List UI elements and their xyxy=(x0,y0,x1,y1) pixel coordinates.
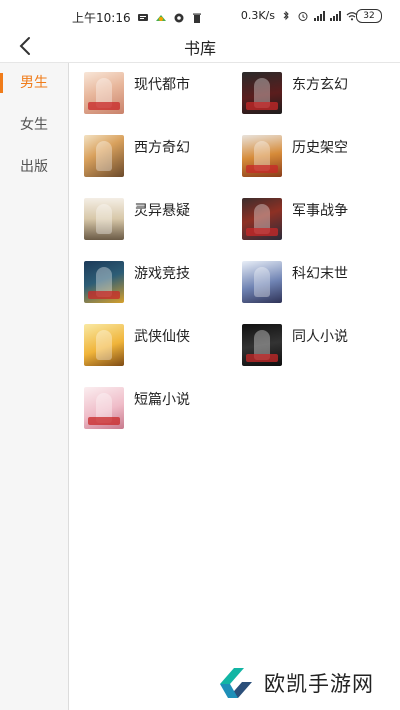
book-cover xyxy=(242,135,282,177)
category-label: 历史架空 xyxy=(292,140,348,156)
sidebar-item-label: 女生 xyxy=(20,117,48,133)
category-label: 同人小说 xyxy=(292,329,348,345)
watermark-logo-icon xyxy=(220,668,252,698)
category-label: 游戏竞技 xyxy=(134,266,190,282)
category-label: 短篇小说 xyxy=(134,392,190,408)
sidebar-item-male[interactable]: 男生 xyxy=(0,63,68,103)
book-cover xyxy=(242,72,282,114)
book-cover xyxy=(84,198,124,240)
category-item[interactable]: 武侠仙侠 xyxy=(84,324,190,366)
category-item[interactable]: 军事战争 xyxy=(242,198,348,240)
book-cover xyxy=(84,135,124,177)
record-icon xyxy=(174,13,184,22)
category-item[interactable]: 同人小说 xyxy=(242,324,348,366)
status-left: 上午10:16 xyxy=(72,9,203,26)
book-cover xyxy=(242,198,282,240)
book-cover xyxy=(84,72,124,114)
sidebar-item-publish[interactable]: 出版 xyxy=(0,147,68,187)
category-item[interactable]: 游戏竞技 xyxy=(84,261,190,303)
page-title: 书库 xyxy=(183,39,216,58)
watermark: 欧凯手游网 xyxy=(214,662,374,704)
sidebar-item-label: 男生 xyxy=(20,75,48,91)
status-right: 0.3K/s xyxy=(241,9,358,22)
category-label: 武侠仙侠 xyxy=(134,329,190,345)
category-item[interactable]: 科幻末世 xyxy=(242,261,348,303)
sidebar-item-female[interactable]: 女生 xyxy=(0,105,68,145)
header: 书库 xyxy=(0,30,400,62)
delete-icon xyxy=(192,13,201,23)
book-cover xyxy=(242,324,282,366)
category-label: 现代都市 xyxy=(134,77,190,93)
bluetooth-icon xyxy=(283,10,289,20)
category-label: 东方玄幻 xyxy=(292,77,348,93)
category-label: 西方奇幻 xyxy=(134,140,190,156)
sidebar-item-label: 出版 xyxy=(20,159,48,175)
status-time: 上午10:16 xyxy=(72,11,131,25)
status-bar: 上午10:16 0.3K/s 32 xyxy=(0,0,400,32)
category-item[interactable]: 短篇小说 xyxy=(84,387,190,429)
category-item[interactable]: 西方奇幻 xyxy=(84,135,190,177)
category-item[interactable]: 东方玄幻 xyxy=(242,72,348,114)
signal-icon xyxy=(330,10,341,21)
watermark-text: 欧凯手游网 xyxy=(264,672,374,696)
book-cover xyxy=(84,387,124,429)
category-label: 科幻末世 xyxy=(292,266,348,282)
category-item[interactable]: 灵异悬疑 xyxy=(84,198,190,240)
book-cover xyxy=(242,261,282,303)
category-item[interactable]: 现代都市 xyxy=(84,72,190,114)
book-cover xyxy=(84,324,124,366)
category-label: 军事战争 xyxy=(292,203,348,219)
category-item[interactable]: 历史架空 xyxy=(242,135,348,177)
book-cover xyxy=(84,261,124,303)
network-speed: 0.3K/s xyxy=(240,9,275,22)
sidebar: 男生 女生 出版 xyxy=(0,63,69,710)
category-label: 灵异悬疑 xyxy=(134,203,190,219)
signal-icon xyxy=(314,10,325,21)
battery-indicator: 32 xyxy=(356,9,382,23)
alarm-icon xyxy=(298,11,308,21)
active-indicator xyxy=(0,73,3,93)
message-icon xyxy=(137,13,148,21)
app-icon xyxy=(155,14,166,21)
